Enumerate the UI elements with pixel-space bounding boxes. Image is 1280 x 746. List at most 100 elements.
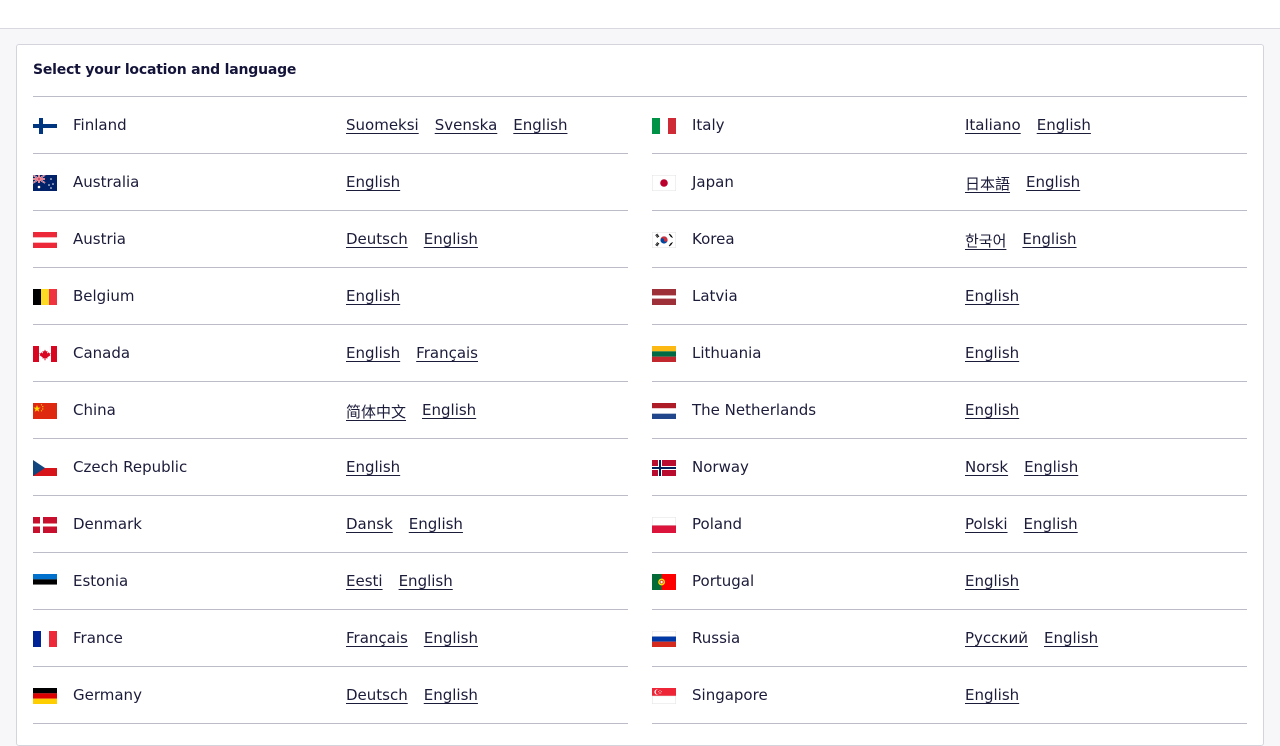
country-name: France bbox=[73, 629, 123, 647]
dk-flag-icon bbox=[33, 517, 57, 533]
ca-flag-icon bbox=[33, 346, 57, 362]
language-links: English bbox=[965, 572, 1019, 590]
language-links: English bbox=[965, 344, 1019, 362]
country-name: Canada bbox=[73, 344, 131, 362]
language-link-english[interactable]: English bbox=[424, 686, 478, 704]
fi-flag-icon bbox=[33, 118, 57, 134]
language-link-english[interactable]: English bbox=[1024, 515, 1078, 533]
language-link-english[interactable]: English bbox=[513, 116, 567, 134]
country-name: Poland bbox=[692, 515, 743, 533]
language-links: Norsk English bbox=[965, 458, 1078, 476]
de-flag-icon bbox=[33, 688, 57, 704]
cn-flag-icon bbox=[33, 403, 57, 419]
country-name: Japan bbox=[692, 173, 734, 191]
cz-flag-icon bbox=[33, 460, 57, 476]
language-link-english[interactable]: English bbox=[399, 572, 453, 590]
country-row-china: China 简体中文 English bbox=[33, 382, 628, 439]
language-link-suomeksi[interactable]: Suomeksi bbox=[346, 116, 419, 134]
location-language-panel: Select your location and language Finlan… bbox=[16, 44, 1264, 746]
language-links: 日本語 English bbox=[965, 173, 1080, 194]
language-links: 简体中文 English bbox=[346, 401, 476, 422]
country-row-latvia: Latvia English bbox=[652, 268, 1247, 325]
language-link-english[interactable]: English bbox=[424, 230, 478, 248]
pt-flag-icon bbox=[652, 574, 676, 590]
language-links: Eesti English bbox=[346, 572, 453, 590]
language-link-english[interactable]: English bbox=[409, 515, 463, 533]
country-name: Latvia bbox=[692, 287, 738, 305]
language-link-deutsch[interactable]: Deutsch bbox=[346, 230, 408, 248]
language-link-english[interactable]: English bbox=[965, 287, 1019, 305]
country-list-left: Finland Suomeksi Svenska English Australia En… bbox=[33, 97, 628, 724]
language-link-english[interactable]: English bbox=[346, 344, 400, 362]
language-link-fran-ais[interactable]: Français bbox=[346, 629, 408, 647]
language-link-lang0[interactable]: 日本語 bbox=[965, 173, 1010, 194]
language-link-english[interactable]: English bbox=[965, 344, 1019, 362]
country-row-australia: Australia English bbox=[33, 154, 628, 211]
language-links: Français English bbox=[346, 629, 478, 647]
country-name: Korea bbox=[692, 230, 735, 248]
language-link-english[interactable]: English bbox=[424, 629, 478, 647]
country-row-russia: Russia Русский English bbox=[652, 610, 1247, 667]
language-link-english[interactable]: English bbox=[422, 401, 476, 422]
language-link-italiano[interactable]: Italiano bbox=[965, 116, 1021, 134]
language-link-svenska[interactable]: Svenska bbox=[435, 116, 498, 134]
country-name: Belgium bbox=[73, 287, 135, 305]
jp-flag-icon bbox=[652, 175, 676, 191]
language-links: Suomeksi Svenska English bbox=[346, 116, 567, 134]
language-link-eesti[interactable]: Eesti bbox=[346, 572, 383, 590]
country-row-the-netherlands: The Netherlands English bbox=[652, 382, 1247, 439]
language-link-english[interactable]: English bbox=[346, 173, 400, 191]
country-row-korea: Korea 한국어 English bbox=[652, 211, 1247, 268]
language-link-english[interactable]: English bbox=[1024, 458, 1078, 476]
country-row-estonia: Estonia Eesti English bbox=[33, 553, 628, 610]
au-flag-icon bbox=[33, 175, 57, 191]
lt-flag-icon bbox=[652, 346, 676, 362]
language-link-english[interactable]: English bbox=[965, 401, 1019, 419]
language-links: Dansk English bbox=[346, 515, 463, 533]
language-link-norsk[interactable]: Norsk bbox=[965, 458, 1008, 476]
language-link-english[interactable]: English bbox=[965, 686, 1019, 704]
lv-flag-icon bbox=[652, 289, 676, 305]
language-links: English Français bbox=[346, 344, 478, 362]
language-links: English bbox=[965, 287, 1019, 305]
it-flag-icon bbox=[652, 118, 676, 134]
language-link-fran-ais[interactable]: Français bbox=[416, 344, 478, 362]
fr-flag-icon bbox=[33, 631, 57, 647]
language-links: English bbox=[965, 686, 1019, 704]
be-flag-icon bbox=[33, 289, 57, 305]
language-link-english[interactable]: English bbox=[1022, 230, 1076, 251]
country-row-canada: Canada English Français bbox=[33, 325, 628, 382]
language-links: English bbox=[346, 458, 400, 476]
language-link-lang0[interactable]: 简体中文 bbox=[346, 401, 406, 422]
country-row-france: France Français English bbox=[33, 610, 628, 667]
language-link-english[interactable]: English bbox=[1044, 629, 1098, 647]
country-row-denmark: Denmark Dansk English bbox=[33, 496, 628, 553]
language-link-polski[interactable]: Polski bbox=[965, 515, 1008, 533]
language-links: 한국어 English bbox=[965, 230, 1077, 251]
kr-flag-icon bbox=[652, 232, 676, 248]
language-link-lang0[interactable]: Русский bbox=[965, 629, 1028, 647]
language-link-english[interactable]: English bbox=[346, 287, 400, 305]
country-name: Czech Republic bbox=[73, 458, 188, 476]
country-row-japan: Japan 日本語 English bbox=[652, 154, 1247, 211]
language-links: Русский English bbox=[965, 629, 1098, 647]
country-row-poland: Poland Polski English bbox=[652, 496, 1247, 553]
language-link-english[interactable]: English bbox=[1026, 173, 1080, 194]
country-name: Russia bbox=[692, 629, 741, 647]
language-links: English bbox=[346, 287, 400, 305]
language-link-deutsch[interactable]: Deutsch bbox=[346, 686, 408, 704]
country-name: Austria bbox=[73, 230, 126, 248]
country-name: Finland bbox=[73, 116, 127, 134]
language-link-english[interactable]: English bbox=[965, 572, 1019, 590]
country-name: Italy bbox=[692, 116, 725, 134]
language-links: Polski English bbox=[965, 515, 1078, 533]
language-link-english[interactable]: English bbox=[1037, 116, 1091, 134]
country-row-finland: Finland Suomeksi Svenska English bbox=[33, 97, 628, 154]
language-link-english[interactable]: English bbox=[346, 458, 400, 476]
language-link-lang0[interactable]: 한국어 bbox=[965, 230, 1006, 251]
language-links: English bbox=[346, 173, 400, 191]
country-name: Norway bbox=[692, 458, 749, 476]
country-name: Singapore bbox=[692, 686, 768, 704]
country-row-czech-republic: Czech Republic English bbox=[33, 439, 628, 496]
language-link-dansk[interactable]: Dansk bbox=[346, 515, 393, 533]
